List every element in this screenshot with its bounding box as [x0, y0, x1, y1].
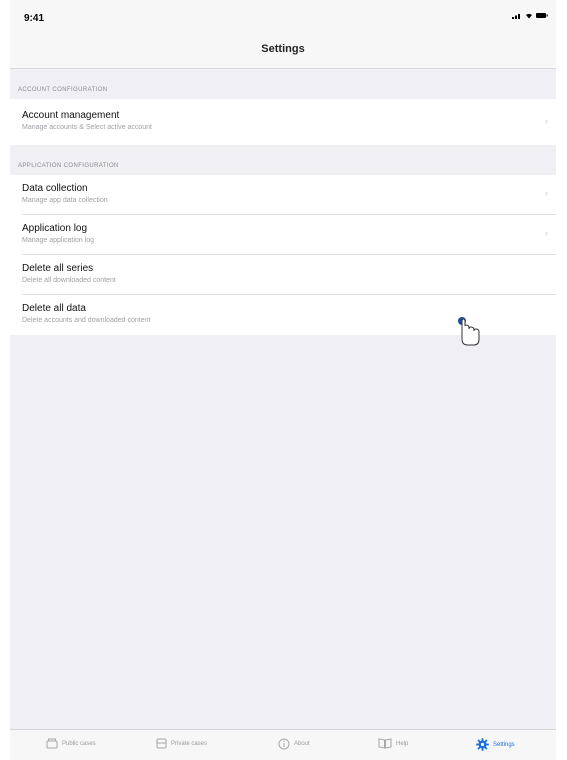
wifi-icon	[526, 14, 532, 19]
row-label: Application log	[22, 223, 88, 234]
tab-label: About	[294, 741, 310, 747]
status-bar: 9:41	[10, 0, 556, 30]
row-subtitle: Manage app data collection	[22, 197, 108, 204]
status-time: 9:41	[24, 13, 45, 24]
tab-label: Settings	[493, 741, 515, 748]
info-icon	[278, 738, 290, 750]
row-label: Delete all data	[22, 303, 86, 314]
tab-label: Public cases	[62, 740, 96, 747]
tab-label: Help	[396, 740, 409, 747]
tab-private-cases[interactable]: Private cases	[156, 738, 207, 749]
hand-pointer-icon	[458, 317, 480, 346]
section-header-application: APPLICATION CONFIGURATION	[10, 145, 556, 175]
row-account-management[interactable]: Account management Manage accounts & Sel…	[10, 99, 556, 145]
row-data-collection[interactable]: Data collection Manage app data collecti…	[10, 175, 556, 215]
row-subtitle: Delete all downloaded content	[22, 277, 116, 284]
system-icons	[512, 12, 548, 19]
row-delete-all-series[interactable]: Delete all series Delete all downloaded …	[10, 255, 556, 295]
row-application-log[interactable]: Application log Manage application log ›	[10, 215, 556, 255]
chevron-right-icon: ›	[545, 116, 548, 126]
section-header-label: ACCOUNT CONFIGURATION	[18, 87, 108, 93]
section-header-label: APPLICATION CONFIGURATION	[18, 163, 119, 169]
tab-settings[interactable]: Settings	[476, 738, 515, 751]
signal-icon	[512, 14, 520, 19]
section-header-account: ACCOUNT CONFIGURATION	[10, 69, 556, 99]
cases-icon	[46, 738, 58, 749]
tab-public-cases[interactable]: Public cases	[46, 738, 96, 749]
row-label: Delete all series	[22, 263, 94, 274]
row-subtitle: Delete accounts and downloaded content	[22, 317, 151, 324]
book-icon	[378, 738, 392, 749]
chevron-right-icon: ›	[545, 188, 548, 198]
tab-help[interactable]: Help	[378, 738, 408, 749]
tab-bar: Public cases Private cases About Help Se…	[10, 729, 556, 760]
private-cases-icon	[156, 738, 167, 749]
tab-about[interactable]: About	[278, 738, 310, 750]
row-subtitle: Manage application log	[22, 237, 94, 244]
row-label: Data collection	[22, 183, 88, 194]
chevron-right-icon: ›	[545, 228, 548, 238]
navigation-bar: Settings	[10, 30, 556, 69]
battery-icon	[536, 13, 548, 18]
app-window: 9:41 Settings ACCOUNT CONFIGURATION Acco…	[10, 0, 556, 760]
gear-icon	[476, 738, 489, 751]
row-subtitle: Manage accounts & Select active account	[22, 124, 152, 131]
tab-label: Private cases	[171, 740, 208, 747]
row-label: Account management	[22, 110, 120, 121]
page-title: Settings	[261, 43, 305, 55]
